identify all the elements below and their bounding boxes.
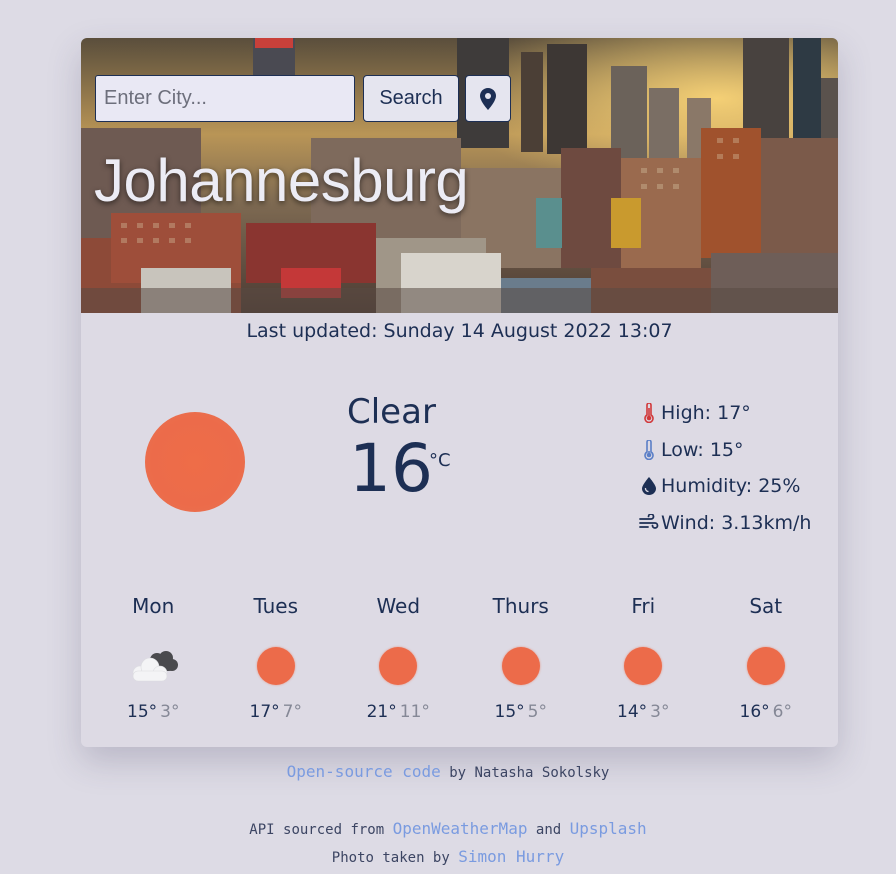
thermometer-low-icon (639, 439, 659, 461)
forecast-day-name: Thurs (492, 594, 549, 618)
weather-stats: High: 17° Low: 15° Humidity: 25% Wind: 3… (639, 395, 811, 541)
wind-text: Wind: 3.13km/h (661, 511, 812, 534)
forecast-low: 5° (527, 702, 547, 722)
forecast-day: Thurs 15° 5° (460, 594, 583, 722)
high-temp-text: High: 17° (661, 402, 751, 425)
forecast-low: 7° (282, 702, 302, 722)
sun-icon (256, 647, 295, 685)
forecast-low: 11° (399, 702, 430, 722)
low-temp-text: Low: 15° (661, 438, 744, 461)
forecast-high: 15° (127, 702, 158, 722)
forecast-day-name: Tues (253, 594, 299, 618)
forecast-day: Fri 14° 3° (582, 594, 705, 722)
photo-text: Photo taken by (331, 850, 450, 866)
current-location-button[interactable] (465, 75, 511, 122)
forecast-low: 6° (772, 702, 792, 722)
forecast-day: Mon 15° 3° (92, 594, 215, 722)
stat-wind: Wind: 3.13km/h (639, 505, 811, 542)
upsplash-link[interactable]: Upsplash (570, 819, 647, 838)
stat-low: Low: 15° (639, 432, 811, 469)
forecast-low: 3° (160, 702, 180, 722)
sun-icon (145, 412, 245, 512)
last-updated-text: Last updated: Sunday 14 August 2022 13:0… (246, 320, 673, 342)
city-name: Johannesburg (94, 147, 469, 214)
forecast-row: Mon 15° 3° Tues 17° 7° Wed 21° 11° Thurs… (92, 594, 827, 722)
api-text: API sourced from (249, 822, 385, 838)
sun-icon (501, 647, 540, 685)
wind-icon (639, 512, 659, 534)
forecast-high: 21° (366, 702, 397, 722)
forecast-high: 15° (494, 702, 525, 722)
forecast-high: 17° (249, 702, 280, 722)
forecast-day-name: Fri (631, 594, 656, 618)
open-source-link[interactable]: Open-source code (287, 762, 441, 781)
forecast-low: 3° (650, 702, 670, 722)
forecast-day: Tues 17° 7° (215, 594, 338, 722)
forecast-day-name: Sat (749, 594, 783, 618)
openweathermap-link[interactable]: OpenWeatherMap (393, 819, 528, 838)
sun-icon (379, 647, 418, 685)
author-text: by Natasha Sokolsky (449, 765, 610, 781)
weather-card: Search Johannesburg Last updated: Sunday… (81, 38, 838, 747)
thermometer-high-icon (639, 402, 659, 424)
search-button[interactable]: Search (363, 75, 459, 122)
map-pin-icon (480, 87, 496, 110)
forecast-high: 14° (617, 702, 648, 722)
sun-icon (624, 647, 663, 685)
photographer-link[interactable]: Simon Hurry (458, 847, 564, 866)
forecast-day: Sat 16° 6° (705, 594, 828, 722)
and-text: and (535, 822, 562, 838)
forecast-day: Wed 21° 11° (337, 594, 460, 722)
sun-icon (746, 647, 785, 685)
temperature-unit: °C (429, 450, 451, 471)
current-temperature: 16 (349, 430, 433, 507)
forecast-day-name: Mon (132, 594, 175, 618)
stat-humidity: Humidity: 25% (639, 468, 811, 505)
forecast-high: 16° (739, 702, 770, 722)
credits-line: Open-source code by Natasha Sokolsky (0, 762, 896, 781)
api-credits-line: API sourced from OpenWeatherMap and Upsp… (0, 819, 896, 838)
photo-credits-line: Photo taken by Simon Hurry (0, 847, 896, 866)
city-search-input[interactable] (95, 75, 355, 122)
forecast-day-name: Wed (376, 594, 421, 618)
city-photo-banner: Search Johannesburg (81, 38, 838, 313)
weather-description: Clear (347, 392, 436, 432)
cloud-icon (132, 651, 179, 682)
humidity-text: Humidity: 25% (661, 475, 801, 498)
stat-high: High: 17° (639, 395, 811, 432)
water-drop-icon (639, 475, 659, 497)
